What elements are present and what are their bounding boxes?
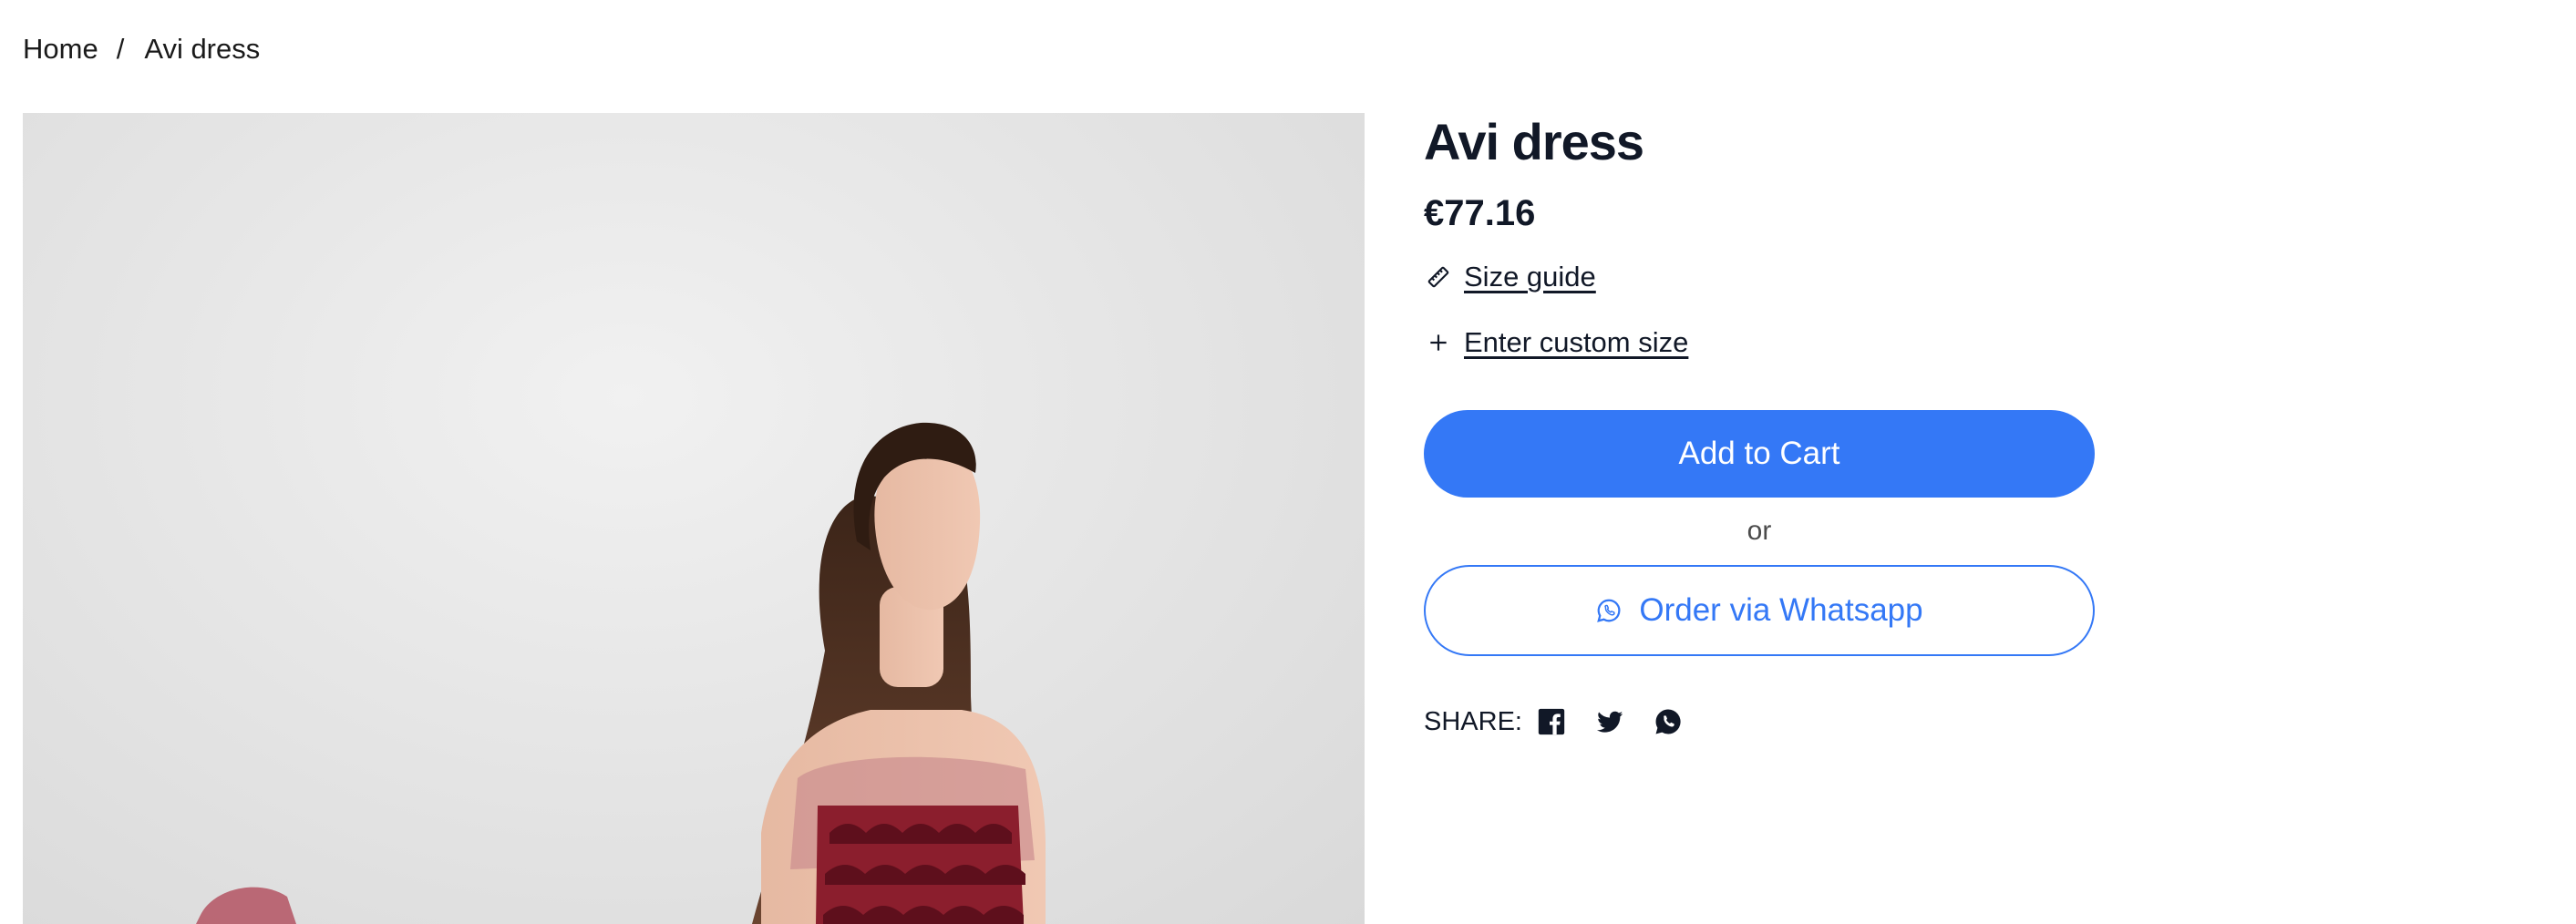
hat-fragment-shape: [196, 887, 296, 924]
size-guide-row[interactable]: Size guide: [1424, 261, 2098, 293]
share-label: SHARE:: [1424, 706, 1522, 736]
breadcrumb-separator: /: [116, 33, 125, 65]
product-photo-illustration: [196, 422, 1046, 924]
breadcrumb-current: Avi dress: [144, 33, 261, 65]
ruler-icon: [1424, 262, 1453, 292]
facebook-icon[interactable]: [1535, 705, 1568, 738]
breadcrumb-home-link[interactable]: Home: [23, 33, 98, 66]
product-photo[interactable]: [23, 113, 1365, 924]
custom-size-row[interactable]: Enter custom size: [1424, 326, 2098, 359]
breadcrumb: Home / Avi dress: [23, 33, 260, 66]
add-to-cart-button[interactable]: Add to Cart: [1424, 410, 2095, 498]
order-whatsapp-button[interactable]: Order via Whatsapp: [1424, 565, 2095, 656]
custom-size-link[interactable]: Enter custom size: [1464, 326, 1688, 359]
whatsapp-share-icon[interactable]: [1652, 705, 1685, 738]
product-title: Avi dress: [1424, 113, 1644, 170]
product-price: €77.16: [1424, 193, 1536, 233]
or-separator: or: [1747, 516, 1772, 546]
twitter-icon[interactable]: [1593, 705, 1626, 738]
product-info: Avi dress €77.16 Size guide Enter custom…: [1424, 109, 2098, 738]
plus-icon: [1424, 328, 1453, 357]
order-whatsapp-label: Order via Whatsapp: [1639, 592, 1923, 628]
whatsapp-icon: [1595, 597, 1623, 624]
share-row: SHARE:: [1424, 705, 2098, 738]
dress-ruffles: [823, 824, 1025, 924]
size-guide-link[interactable]: Size guide: [1464, 261, 1596, 293]
